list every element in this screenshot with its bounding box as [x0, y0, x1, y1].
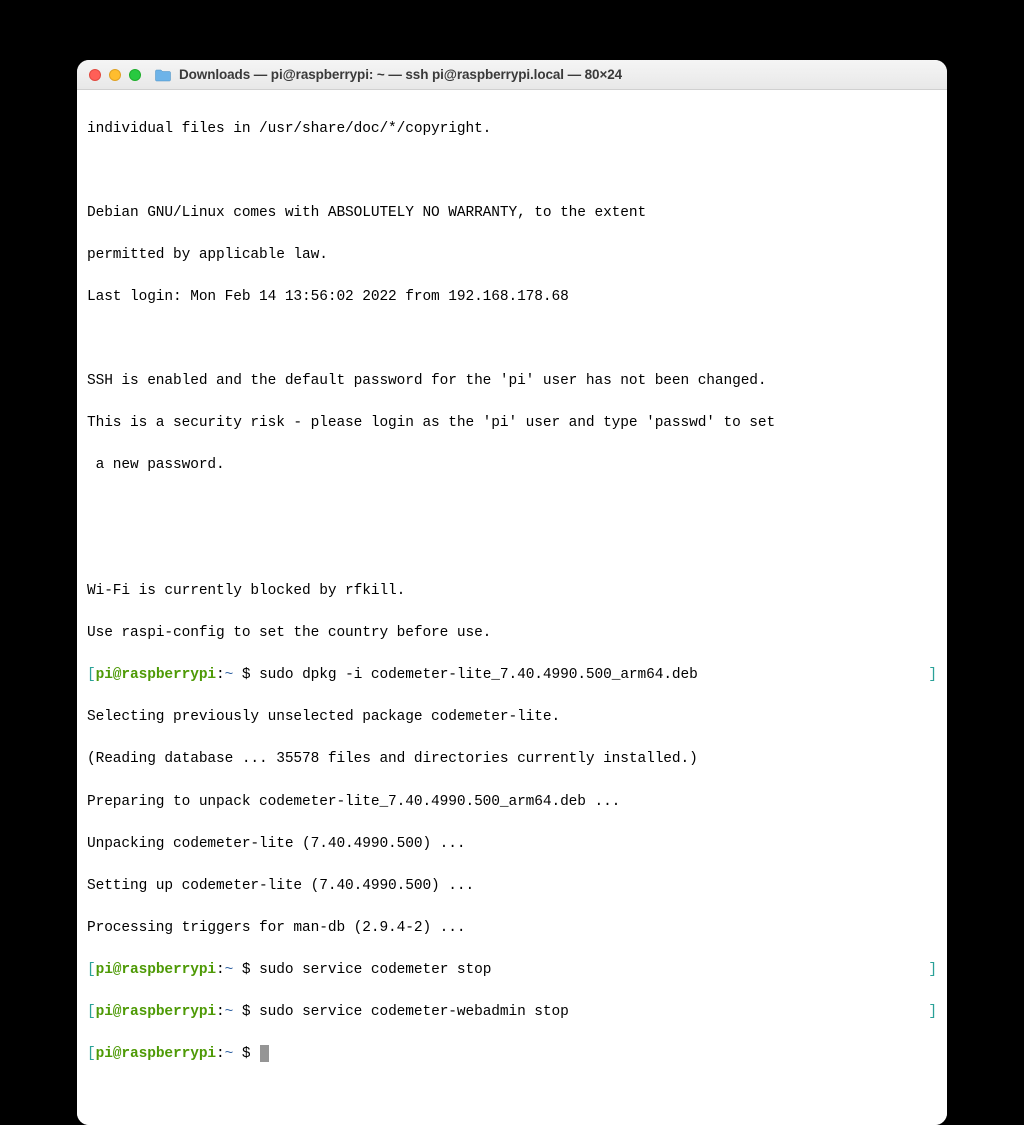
command-text: sudo service codemeter stop: [259, 962, 491, 978]
title-bar[interactable]: Downloads — pi@raspberrypi: ~ — ssh pi@r…: [77, 60, 947, 90]
traffic-lights: [89, 69, 141, 81]
command-text: sudo service codemeter-webadmin stop: [259, 1004, 569, 1020]
prompt-dollar: $: [233, 667, 259, 683]
prompt-line: [pi@raspberrypi:~ $ sudo dpkg -i codemet…: [87, 665, 937, 686]
window-title: Downloads — pi@raspberrypi: ~ — ssh pi@r…: [179, 67, 622, 82]
prompt-path: ~: [225, 962, 234, 978]
prompt-path: ~: [225, 1046, 234, 1062]
output-line: Selecting previously unselected package …: [87, 707, 937, 728]
prompt-open-bracket: [: [87, 1004, 96, 1020]
output-line: Setting up codemeter-lite (7.40.4990.500…: [87, 876, 937, 897]
command-text: sudo dpkg -i codemeter-lite_7.40.4990.50…: [259, 667, 698, 683]
terminal-output[interactable]: individual files in /usr/share/doc/*/cop…: [77, 90, 947, 1125]
prompt-colon: :: [216, 962, 225, 978]
zoom-button[interactable]: [129, 69, 141, 81]
prompt-close-bracket: ]: [928, 1002, 937, 1023]
motd-line: Use raspi-config to set the country befo…: [87, 623, 937, 644]
output-line: (Reading database ... 35578 files and di…: [87, 749, 937, 770]
cursor-icon: [260, 1045, 269, 1062]
prompt-dollar: $: [233, 1004, 259, 1020]
motd-line: SSH is enabled and the default password …: [87, 371, 937, 392]
motd-line: a new password.: [87, 455, 937, 476]
close-button[interactable]: [89, 69, 101, 81]
prompt-open-bracket: [: [87, 667, 96, 683]
prompt-dollar: $: [233, 962, 259, 978]
output-line: Unpacking codemeter-lite (7.40.4990.500)…: [87, 834, 937, 855]
output-line: Processing triggers for man-db (2.9.4-2)…: [87, 918, 937, 939]
motd-line: Last login: Mon Feb 14 13:56:02 2022 fro…: [87, 287, 937, 308]
folder-icon: [155, 68, 171, 82]
prompt-line: [pi@raspberrypi:~ $ sudo service codemet…: [87, 1002, 937, 1023]
minimize-button[interactable]: [109, 69, 121, 81]
prompt-user-host: pi@raspberrypi: [96, 1004, 216, 1020]
prompt-open-bracket: [: [87, 962, 96, 978]
prompt-user-host: pi@raspberrypi: [96, 667, 216, 683]
prompt-close-bracket: ]: [928, 960, 937, 981]
motd-line: [87, 329, 937, 350]
output-line: Preparing to unpack codemeter-lite_7.40.…: [87, 792, 937, 813]
motd-line: permitted by applicable law.: [87, 245, 937, 266]
terminal-window: Downloads — pi@raspberrypi: ~ — ssh pi@r…: [77, 60, 947, 1125]
prompt-path: ~: [225, 1004, 234, 1020]
prompt-open-bracket: [: [87, 1046, 96, 1062]
prompt-colon: :: [216, 667, 225, 683]
prompt-dollar: $: [233, 1046, 259, 1062]
prompt-close-bracket: ]: [928, 665, 937, 686]
prompt-colon: :: [216, 1046, 225, 1062]
motd-line: This is a security risk - please login a…: [87, 413, 937, 434]
motd-line: Debian GNU/Linux comes with ABSOLUTELY N…: [87, 203, 937, 224]
prompt-user-host: pi@raspberrypi: [96, 1046, 216, 1062]
motd-line: individual files in /usr/share/doc/*/cop…: [87, 119, 937, 140]
motd-line: [87, 161, 937, 182]
prompt-line-current[interactable]: [pi@raspberrypi:~ $: [87, 1044, 937, 1065]
prompt-colon: :: [216, 1004, 225, 1020]
prompt-path: ~: [225, 667, 234, 683]
motd-line: [87, 497, 937, 518]
prompt-user-host: pi@raspberrypi: [96, 962, 216, 978]
motd-line: Wi-Fi is currently blocked by rfkill.: [87, 581, 937, 602]
prompt-line: [pi@raspberrypi:~ $ sudo service codemet…: [87, 960, 937, 981]
motd-line: [87, 539, 937, 560]
